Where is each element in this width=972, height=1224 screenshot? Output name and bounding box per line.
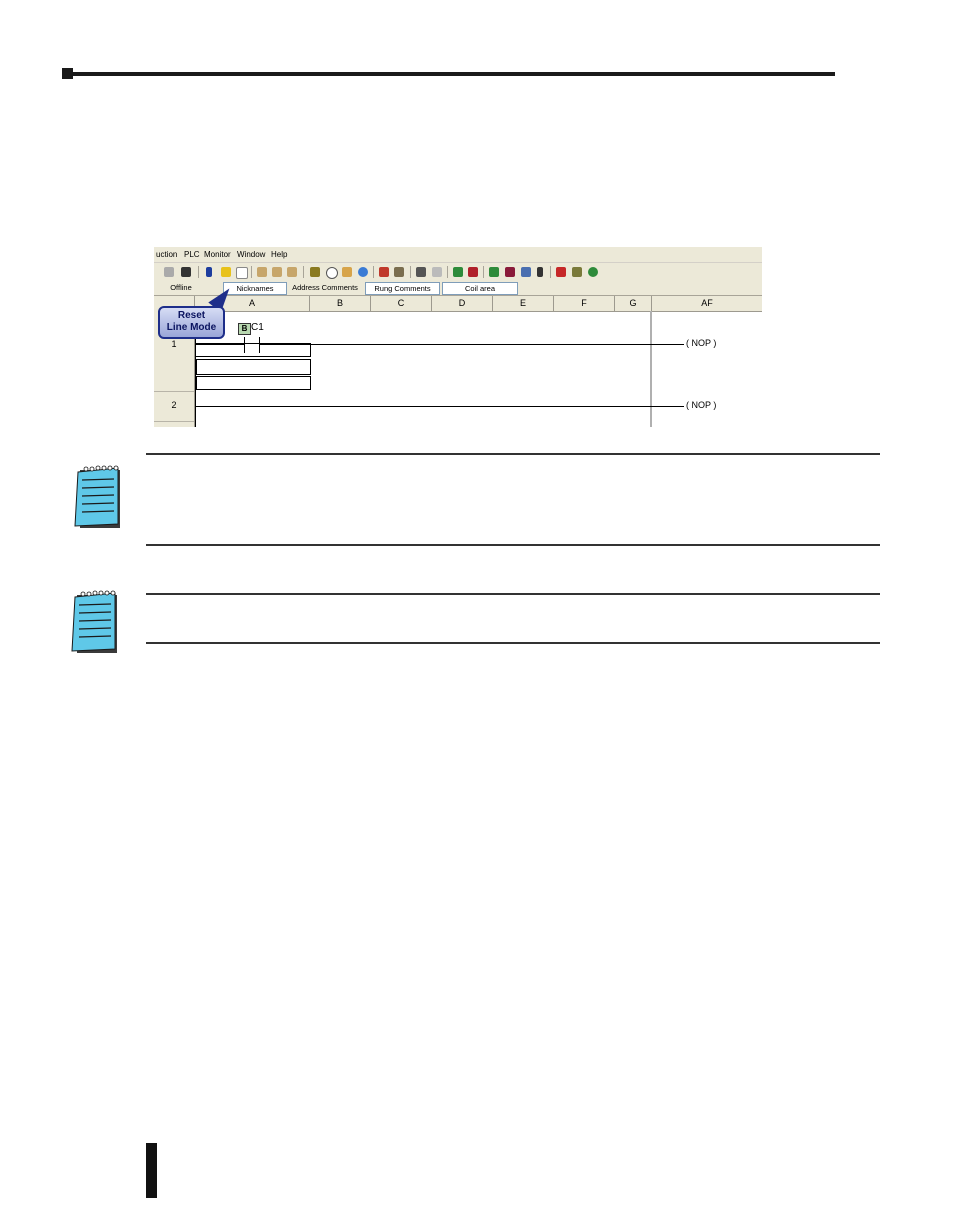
callout-line-1: Reset: [177, 310, 206, 321]
row-number-2: 2: [171, 400, 177, 410]
column-g: G: [615, 296, 652, 311]
column-header: A B C D E F G AF: [154, 296, 762, 312]
menu-item-window[interactable]: Window: [237, 250, 265, 259]
rung-comments-toggle[interactable]: Rung Comments: [365, 282, 440, 295]
read-icon[interactable]: [432, 267, 442, 277]
stop-icon[interactable]: [468, 267, 478, 277]
reset-line-mode-icon[interactable]: [236, 267, 248, 279]
header-square: [62, 68, 73, 79]
contact-right-bar: [259, 337, 260, 353]
column-c: C: [371, 296, 432, 311]
globe-icon[interactable]: [358, 267, 368, 277]
header-rule: [62, 72, 835, 76]
refresh-icon[interactable]: [588, 267, 598, 277]
coil-area-toggle[interactable]: Coil area: [442, 282, 518, 295]
address-comments-toggle[interactable]: Address Comments: [288, 282, 362, 293]
zoom-out-icon[interactable]: [272, 267, 282, 277]
contact-address-label: C1: [251, 322, 264, 333]
reset-line-mode-callout: Reset Line Mode: [158, 306, 225, 339]
callout-line-2: Line Mode: [166, 322, 217, 333]
tool-icon[interactable]: [310, 267, 320, 277]
notepad-icon: [74, 465, 120, 528]
status-icon[interactable]: [505, 267, 515, 277]
contact-bit-badge: B: [238, 323, 251, 335]
column-af: AF: [701, 298, 713, 308]
column-e: E: [493, 296, 554, 311]
menu-bar: uction PLC Monitor Window Help: [154, 247, 762, 262]
chart-icon[interactable]: [556, 267, 566, 277]
data-view-icon[interactable]: [489, 267, 499, 277]
branch-cell-2[interactable]: [196, 376, 311, 390]
line-draw-icon[interactable]: [221, 267, 231, 277]
monitor-icon[interactable]: [521, 267, 531, 277]
footer-bar: [146, 1143, 157, 1198]
compare-icon[interactable]: [394, 267, 404, 277]
cursor-icon[interactable]: [342, 267, 352, 277]
note-1-top-rule: [146, 453, 880, 455]
run-icon[interactable]: [453, 267, 463, 277]
contact-left-bar: [244, 337, 245, 353]
undo-icon[interactable]: [164, 267, 174, 277]
note-2-bottom-rule: [146, 642, 880, 644]
menu-item-instruction[interactable]: uction: [156, 250, 177, 259]
right-power-rail: [650, 311, 652, 427]
note-1-bottom-rule: [146, 544, 880, 546]
notepad-icon: [71, 590, 117, 653]
rung-2-wire: [195, 406, 684, 407]
column-b: B: [310, 296, 371, 311]
rung-2-coil[interactable]: ( NOP ): [686, 400, 716, 410]
transfer-icon[interactable]: [379, 267, 389, 277]
rung-1-wire: [260, 344, 684, 345]
find-icon[interactable]: [181, 267, 191, 277]
timer-icon[interactable]: [326, 267, 338, 279]
view-options-row: Offline Nicknames Address Comments Rung …: [154, 281, 762, 296]
row-number-1: 1: [171, 339, 177, 349]
battery-icon[interactable]: [537, 267, 543, 277]
ladder-editor-screenshot: uction PLC Monitor Window Help Offline N…: [154, 247, 762, 427]
column-f: F: [554, 296, 615, 311]
home-icon[interactable]: [572, 267, 582, 277]
rung-1-coil[interactable]: ( NOP ): [686, 338, 716, 348]
write-icon[interactable]: [416, 267, 426, 277]
selected-cell[interactable]: [195, 343, 311, 357]
pen-icon[interactable]: [206, 267, 212, 277]
toolbar: [154, 262, 762, 282]
menu-item-monitor[interactable]: Monitor: [204, 250, 231, 259]
column-d: D: [432, 296, 493, 311]
menu-item-plc[interactable]: PLC: [184, 250, 200, 259]
zoom-fit-icon[interactable]: [287, 267, 297, 277]
note-2-top-rule: [146, 593, 880, 595]
offline-status: Offline: [170, 283, 192, 292]
menu-item-help[interactable]: Help: [271, 250, 287, 259]
branch-cell-1[interactable]: [196, 359, 311, 375]
zoom-in-icon[interactable]: [257, 267, 267, 277]
